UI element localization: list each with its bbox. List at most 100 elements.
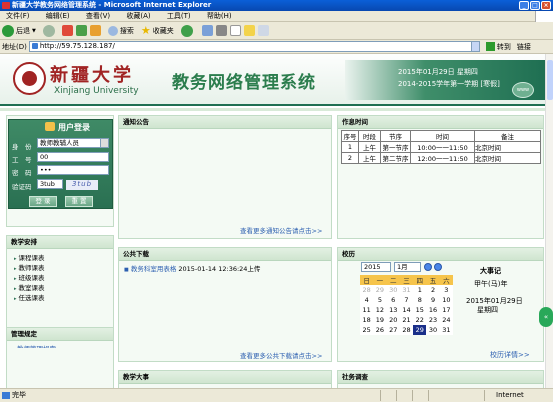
reset-button[interactable]: 重 置 (65, 196, 93, 207)
notice-more-link[interactable]: 查看更多通知公告请点击>> (240, 225, 322, 235)
download-title: 公共下载 (119, 248, 331, 261)
menu-edit[interactable]: 编辑(E) (46, 12, 70, 20)
schedule-table: 序号 时段 节序 时间 备注 1 上午 第一节序 10:00一一11:50 北京… (341, 130, 541, 164)
home-button[interactable] (89, 25, 101, 36)
survey-panel: 社务调查 (337, 370, 544, 388)
calendar-week: 4 5 6 7 8 9 10 (364, 296, 451, 304)
download-more-link[interactable]: 查看更多公共下载请点击>> (240, 350, 322, 360)
globe-icon: www (512, 82, 534, 98)
id-input[interactable]: 00 (37, 152, 109, 162)
minimize-button[interactable]: _ (519, 1, 529, 10)
schedule-header-row: 序号 时段 节序 时间 备注 (341, 130, 541, 142)
menu-view[interactable]: 查看(V) (86, 12, 110, 20)
search-icon (107, 25, 118, 36)
refresh-button[interactable] (75, 25, 87, 36)
folder-button[interactable] (243, 25, 255, 36)
notice-title: 通知公告 (119, 116, 331, 129)
address-dropdown[interactable] (470, 41, 480, 52)
maximize-button[interactable]: □ (530, 1, 540, 10)
link-room-schedule[interactable]: 教室课表 (14, 283, 113, 293)
management-link[interactable]: 教师管理规定 (7, 341, 113, 348)
address-input[interactable]: http://59.75.128.187/ (28, 41, 472, 52)
password-label: 密 码 (12, 169, 32, 177)
captcha-input[interactable]: 3tub (37, 179, 63, 189)
lunar-year: 甲午(马)年 (474, 280, 508, 288)
role-select[interactable]: 教师教辅人员 (37, 138, 109, 148)
prev-month-icon[interactable] (424, 263, 432, 271)
calendar-detail-link[interactable]: 校历详情>> (490, 350, 530, 360)
management-panel: 管理规定 教师管理规定 (6, 327, 114, 388)
site-header: 新疆大学 Xinjiang University 教务网络管理系统 2015年0… (0, 54, 545, 106)
vertical-scrollbar[interactable] (545, 54, 553, 388)
current-date: 2015年01月29日 星期四 (398, 68, 478, 76)
password-input[interactable]: ••• (37, 165, 109, 175)
link-course-schedule[interactable]: 课程课表 (14, 253, 113, 263)
stop-button[interactable] (61, 25, 73, 36)
weekday-row: 日一二三四五六 (360, 275, 453, 285)
menu-file[interactable]: 文件(F) (6, 12, 30, 20)
calendar-week: 28 29 30 31 1 2 3 (362, 286, 449, 294)
role-dropdown-arrow[interactable] (100, 138, 109, 148)
links-label[interactable]: 链接 (517, 42, 531, 52)
menu-bar: 文件(F) 编辑(E) 查看(V) 收藏(A) 工具(T) 帮助(H) (0, 11, 553, 22)
link-teacher-schedule[interactable]: 教师课表 (14, 263, 113, 273)
login-title: 用户登录 (58, 123, 90, 132)
teaching-title: 教学安排 (7, 236, 113, 249)
forward-button[interactable] (42, 24, 55, 37)
download-panel: 公共下载 ■ 教务科室用表格 2015-01-14 12:36:24上传 查看更… (118, 247, 332, 362)
menu-help[interactable]: 帮助(H) (207, 12, 232, 20)
teaching-panel: 教学安排 课程课表 教师课表 班级课表 教室课表 任选课表 (6, 235, 114, 332)
table-row: 1 上午 第一节序 10:00一一11:50 北京时间 (341, 141, 541, 153)
print-button[interactable] (215, 25, 227, 36)
link-class-schedule[interactable]: 班级课表 (14, 273, 113, 283)
scrollbar-thumb[interactable] (547, 60, 553, 100)
link-elective-schedule[interactable]: 任选课表 (14, 293, 113, 303)
university-name-cn: 新疆大学 (50, 65, 134, 86)
close-button[interactable]: × (541, 1, 551, 10)
page-viewport: 新疆大学 Xinjiang University 教务网络管理系统 2015年0… (0, 54, 545, 388)
history-button[interactable] (180, 24, 193, 37)
schedule-title: 作息时间 (338, 116, 543, 129)
role-label: 身 份 (12, 143, 32, 151)
events-heading: 大事记 (480, 267, 501, 275)
notice-panel: 通知公告 查看更多通知公告请点击>> (118, 115, 332, 239)
captcha-image[interactable]: 3tub (66, 180, 98, 190)
calendar-week: 11 12 13 14 15 16 17 (362, 306, 451, 314)
messenger-button[interactable] (257, 25, 269, 36)
status-bar: 完毕 Internet (0, 388, 553, 401)
university-logo (13, 62, 46, 95)
back-arrow-icon (2, 24, 14, 37)
back-button[interactable]: 后退 ▼ (2, 24, 36, 37)
captcha-label: 验证码 (12, 183, 32, 191)
id-label: 工 号 (12, 156, 32, 164)
year-select[interactable]: 2015 (361, 262, 391, 272)
login-button[interactable]: 登 录 (29, 196, 57, 207)
table-row: 2 上午 第二节序 12:00一一11:50 北京时间 (341, 152, 541, 164)
search-button[interactable]: 搜索 (107, 25, 134, 36)
next-month-icon[interactable] (434, 263, 442, 271)
download-date: 2015-01-14 12:36:24上传 (178, 265, 261, 273)
download-link[interactable]: 教务科室用表格 (131, 265, 177, 273)
current-term: 2014-2015学年第一学期 [寒假] (398, 80, 500, 88)
window-title-bar: 新疆大学教务网络管理系统 - Microsoft Internet Explor… (0, 0, 553, 11)
edit-button[interactable] (229, 25, 241, 36)
today-cell[interactable]: 29 (413, 325, 427, 335)
calendar-grid: 日一二三四五六 28 29 30 31 1 2 3 4 5 6 7 8 9 10 11 12 13 14 15 1… (360, 275, 453, 335)
month-select[interactable]: 1月 (394, 262, 421, 272)
mail-button[interactable] (201, 25, 213, 36)
management-title: 管理规定 (7, 328, 113, 341)
calendar-panel: 校历 2015 1月 日一二三四五六 28 29 30 31 1 2 3 4 5 6 7 8 9 10 … (337, 247, 544, 362)
page-icon (2, 392, 10, 399)
menu-tools[interactable]: 工具(T) (167, 12, 191, 20)
system-title: 教务网络管理系统 (172, 73, 316, 93)
events-panel: 教学大事 (118, 370, 332, 388)
calendar-week: 18 19 20 21 22 23 24 (362, 316, 451, 324)
login-user-icon (45, 122, 55, 131)
status-text: 完毕 (12, 391, 26, 399)
menu-favorites[interactable]: 收藏(A) (126, 12, 150, 20)
calendar-title: 校历 (338, 248, 543, 261)
address-label: 地址(D) (2, 42, 27, 51)
favorites-button[interactable]: ★ 收藏夹 (141, 24, 174, 37)
go-button[interactable]: 转到 (485, 42, 511, 52)
side-float-icon[interactable]: « (539, 307, 553, 327)
